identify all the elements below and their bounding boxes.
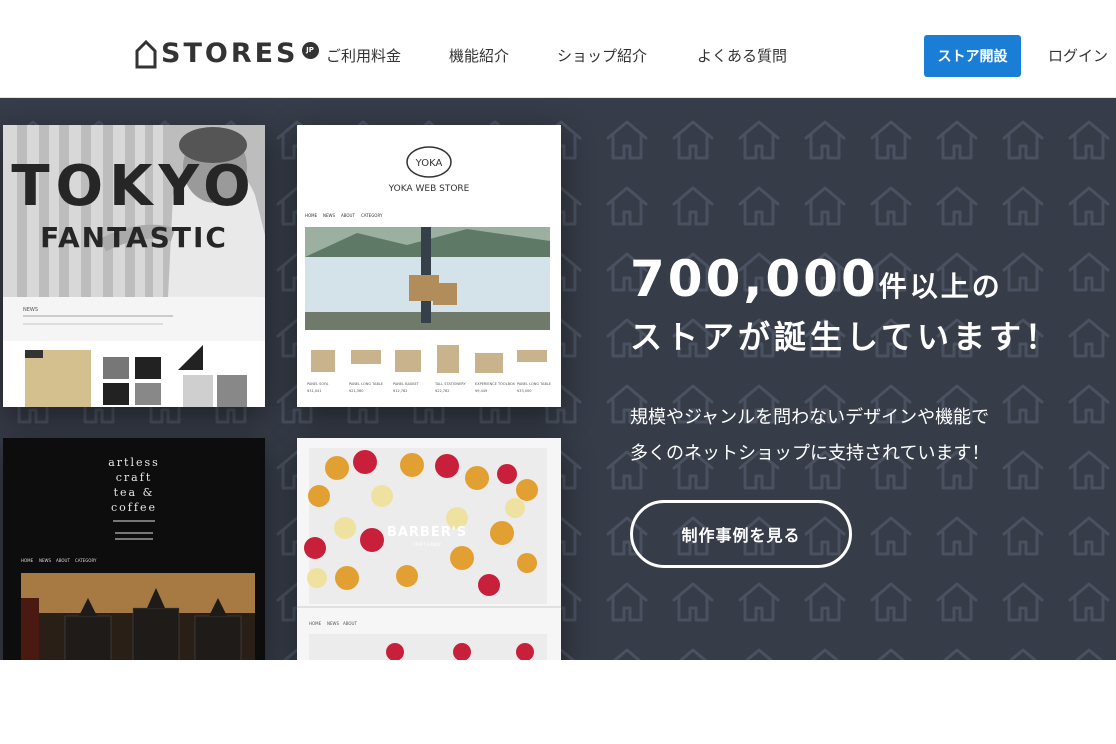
nav-faq[interactable]: よくある質問 (697, 45, 787, 66)
artless-title-line: craft (116, 471, 152, 484)
barbers-preview: BARBER'S CRAFT CANDY HOME NEWS ABOUT (297, 438, 561, 660)
hero-section: TOKYO FANTASTIC NEWS YOKA YOKA WEB STORE… (0, 98, 1116, 660)
house-logo-icon (135, 39, 157, 69)
open-store-button[interactable]: ストア開設 (924, 35, 1021, 77)
barbers-nav-home: HOME (309, 621, 322, 626)
showcase-barbers-candy[interactable]: BARBER'S CRAFT CANDY HOME NEWS ABOUT (297, 438, 561, 660)
tokyo-fantastic-preview: TOKYO FANTASTIC NEWS (3, 125, 265, 407)
below-hero-area (0, 660, 1116, 744)
yoka-product-name: TALL STATIONERY (434, 382, 466, 386)
yoka-nav-home: HOME (305, 213, 318, 218)
store-count: 700,000 (630, 250, 879, 308)
login-link[interactable]: ログイン (1048, 45, 1108, 66)
barbers-nav-about: ABOUT (343, 621, 357, 626)
yoka-product-name: EXPERIENCE TOOLBOX (475, 382, 515, 386)
showcase-tokyo-fantastic[interactable]: TOKYO FANTASTIC NEWS (3, 125, 265, 407)
yoka-product-price: ¥9,449 (475, 389, 487, 393)
showcase-yoka-web-store[interactable]: YOKA YOKA WEB STORE HOME NEWS ABOUT CATE… (297, 125, 561, 407)
barbers-tagline: CRAFT CANDY (413, 542, 441, 547)
artless-nav-news: NEWS (39, 558, 51, 563)
artless-nav-category: CATEGORY (75, 558, 97, 563)
tokyo-title: TOKYO (11, 154, 256, 219)
hero-subtitle: 規模やジャンルを問わないデザインや機能で 多くのネットショップに支持されています… (630, 400, 989, 472)
artless-title-line: artless (108, 456, 160, 469)
hero-title-line2: ストアが誕生しています！ (630, 318, 1062, 356)
artless-nav-home: HOME (21, 558, 34, 563)
logo-jp-badge: JP (301, 41, 319, 59)
logo-text: STORES (161, 38, 299, 69)
artless-title-line: coffee (111, 501, 157, 514)
yoka-product-price: ¥12,782 (393, 389, 407, 393)
artless-nav-about: ABOUT (56, 558, 70, 563)
yoka-nav-category: CATEGORY (361, 213, 383, 218)
tokyo-news-label: NEWS (23, 307, 38, 313)
yoka-product-price: ¥33,000 (517, 389, 531, 393)
nav-pricing[interactable]: ご利用料金 (326, 45, 401, 66)
yoka-product-name: PANEL LONG TABLE (349, 382, 383, 386)
barbers-nav-news: NEWS (327, 621, 339, 626)
store-count-suffix: 件以上の (878, 270, 1003, 303)
yoka-logo: YOKA (415, 158, 443, 169)
yoka-product-name: PANEL BASKET (393, 382, 420, 386)
view-cases-button[interactable]: 制作事例を見る (630, 500, 852, 568)
yoka-nav-news: NEWS (323, 213, 335, 218)
yoka-product-price: ¥31,041 (307, 389, 321, 393)
barbers-brand: BARBER'S (387, 525, 467, 540)
nav-features[interactable]: 機能紹介 (449, 45, 509, 66)
hero-subtitle-line1: 規模やジャンルを問わないデザインや機能で (630, 407, 990, 428)
artless-title-line: tea & (114, 486, 155, 499)
showcase-artless-coffee[interactable]: artless craft tea & coffee HOME NEWS ABO… (3, 438, 265, 660)
fantastic-title: FANTASTIC (40, 221, 228, 254)
hero-title: 700,000件以上の (630, 250, 1003, 308)
yoka-nav-about: ABOUT (341, 213, 355, 218)
yoka-product-name: PANEL SOFA (307, 382, 329, 386)
yoka-store-name: YOKA WEB STORE (388, 184, 470, 194)
nav-shops[interactable]: ショップ紹介 (557, 45, 647, 66)
yoka-product-price: ¥22,782 (435, 389, 449, 393)
hero-subtitle-line2: 多くのネットショップに支持されています！ (630, 443, 990, 464)
yoka-preview: YOKA YOKA WEB STORE HOME NEWS ABOUT CATE… (297, 125, 561, 407)
site-header: STORES JP ご利用料金 機能紹介 ショップ紹介 よくある質問 ストア開設… (0, 0, 1116, 98)
stores-logo[interactable]: STORES JP (135, 38, 319, 70)
artless-preview: artless craft tea & coffee HOME NEWS ABO… (3, 438, 265, 660)
yoka-product-price: ¥21,360 (349, 389, 363, 393)
yoka-product-name: PANEL LONG TABLE (517, 382, 551, 386)
